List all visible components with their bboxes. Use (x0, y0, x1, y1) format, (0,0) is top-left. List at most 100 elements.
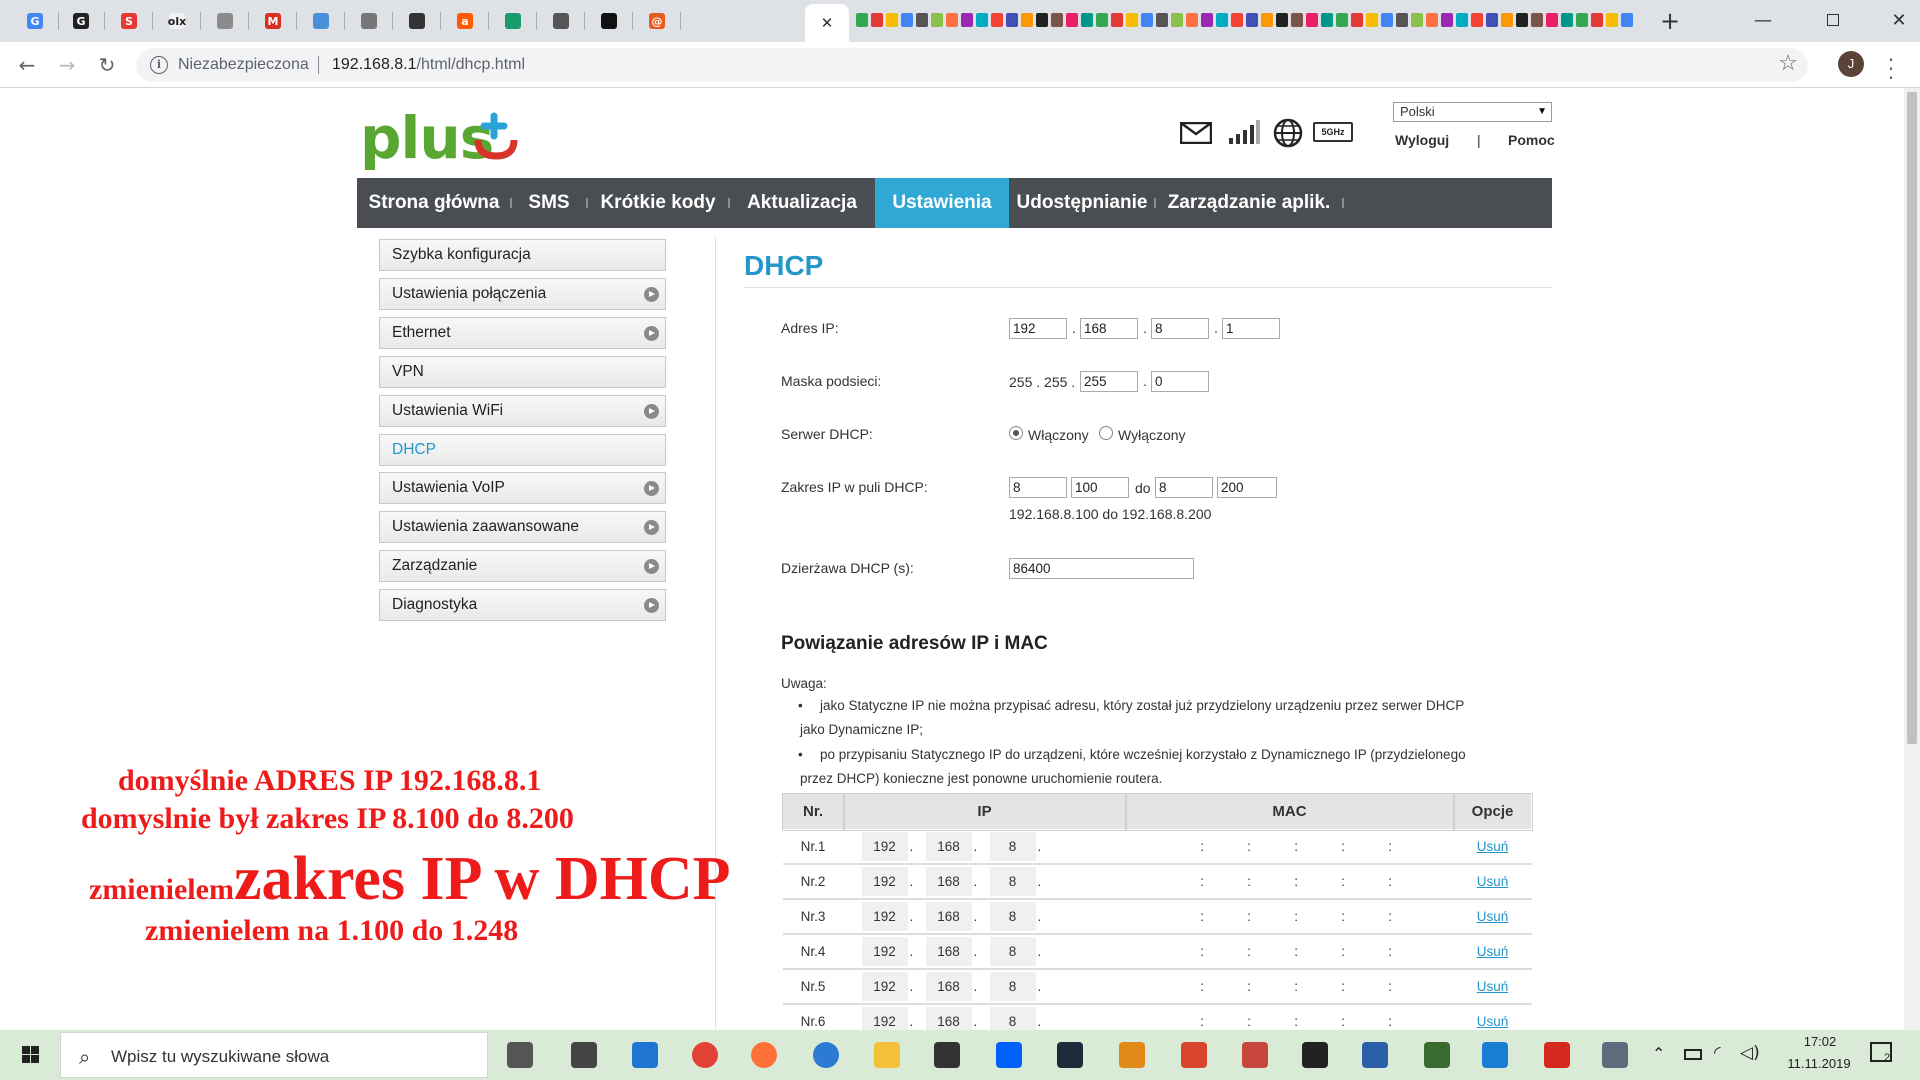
firefox-icon[interactable] (747, 1038, 781, 1072)
windows-start-icon[interactable] (0, 1030, 60, 1080)
tab-favicon-icon[interactable] (1201, 13, 1213, 27)
tab[interactable] (212, 6, 238, 36)
tab-favicon-icon[interactable] (1516, 13, 1528, 27)
row-mac[interactable]: ::::: (1125, 864, 1454, 900)
tab-favicon-icon[interactable] (976, 13, 988, 27)
logout-link[interactable]: Wyloguj (1395, 132, 1449, 148)
nav-item[interactable]: Aktualizacja (729, 178, 875, 228)
row-mac[interactable]: ::::: (1125, 829, 1454, 865)
range-end-octet-3-input[interactable]: 8 (1155, 477, 1213, 498)
nav-item[interactable]: Strona główna (357, 178, 511, 228)
tab-favicon-icon[interactable] (1246, 13, 1258, 27)
dhcp-disabled-radio[interactable] (1099, 426, 1113, 440)
tray-chevron-icon[interactable]: ⌃ (1652, 1044, 1665, 1063)
ip-octet-input[interactable]: 168 (925, 832, 972, 861)
volume-icon[interactable]: ◁) (1740, 1043, 1760, 1063)
app-sync-icon[interactable] (1478, 1038, 1512, 1072)
delete-link[interactable]: Usuń (1477, 874, 1509, 889)
scrollbar-thumb[interactable] (1907, 92, 1917, 744)
tab-favicon-icon[interactable] (1426, 13, 1438, 27)
visual-studio-icon[interactable] (1053, 1038, 1087, 1072)
app-window-icon[interactable] (1358, 1038, 1392, 1072)
ip-octet-input[interactable]: 8 (989, 832, 1036, 861)
nav-item[interactable]: Zarządzanie aplik. (1155, 178, 1343, 228)
tab-favicon-icon[interactable] (1021, 13, 1033, 27)
tab-favicon-icon[interactable] (961, 13, 973, 27)
delete-link[interactable]: Usuń (1477, 909, 1509, 924)
dhcp-enabled-radio[interactable] (1009, 426, 1023, 440)
sidebar-item[interactable]: Ustawienia połączenia (379, 277, 666, 310)
tab-favicon-icon[interactable] (1006, 13, 1018, 27)
ip-octet-1-input[interactable]: 192 (1009, 318, 1067, 339)
tab-favicon-icon[interactable] (1456, 13, 1468, 27)
range-end-octet-4-input[interactable]: 200 (1217, 477, 1277, 498)
tab-favicon-icon[interactable] (1141, 13, 1153, 27)
app-swirl-icon[interactable] (1238, 1038, 1272, 1072)
sidebar-item[interactable]: Zarządzanie (379, 550, 666, 583)
sidebar-item[interactable]: Ustawienia WiFi (379, 394, 666, 427)
nav-item[interactable]: Ustawienia (875, 178, 1009, 228)
tab-favicon-icon[interactable] (1291, 13, 1303, 27)
ip-octet-3-input[interactable]: 8 (1151, 318, 1209, 339)
nav-item[interactable]: Udostępnianie (1009, 178, 1155, 228)
tab[interactable]: a (452, 6, 478, 36)
tab-favicon-icon[interactable] (1051, 13, 1063, 27)
tab-favicon-icon[interactable] (946, 13, 958, 27)
tab[interactable] (308, 6, 334, 36)
address-bar[interactable]: i Niezabezpieczona 192.168.8.1/html/dhcp… (136, 48, 1808, 82)
ip-octet-input[interactable]: 192 (861, 832, 908, 861)
tab-favicon-icon[interactable] (1081, 13, 1093, 27)
app-panda-icon[interactable] (1298, 1038, 1332, 1072)
page-scrollbar[interactable] (1904, 88, 1920, 1030)
store-icon[interactable] (930, 1038, 964, 1072)
mail-icon[interactable] (1180, 122, 1212, 144)
tab-favicon-icon[interactable] (856, 13, 868, 27)
sidebar-item[interactable]: VPN (379, 355, 666, 388)
ip-octet-4-input[interactable]: 1 (1222, 318, 1280, 339)
app-eye-icon[interactable] (1177, 1038, 1211, 1072)
tab-favicon-icon[interactable] (1591, 13, 1603, 27)
bookmark-star-icon[interactable]: ☆ (1778, 51, 1798, 76)
info-icon[interactable]: i (150, 56, 168, 74)
sidebar-item[interactable]: Diagnostyka (379, 589, 666, 622)
ip-octet-input[interactable]: 168 (925, 902, 972, 931)
tab[interactable]: M (260, 6, 286, 36)
tab[interactable]: G (68, 6, 94, 36)
clock-time[interactable]: 17:02 (1791, 1034, 1849, 1049)
dropbox-icon[interactable] (992, 1038, 1026, 1072)
tab-favicon-icon[interactable] (1321, 13, 1333, 27)
ip-octet-input[interactable]: 168 (925, 972, 972, 1001)
app-network-icon[interactable] (1598, 1038, 1632, 1072)
tab[interactable] (404, 6, 430, 36)
tab-favicon-icon[interactable] (901, 13, 913, 27)
sidebar-item[interactable]: Ustawienia zaawansowane (379, 511, 666, 544)
tab-favicon-icon[interactable] (1621, 13, 1633, 27)
app-orange-icon[interactable] (1115, 1038, 1149, 1072)
mask-octet-4-input[interactable]: 0 (1151, 371, 1209, 392)
nav-item[interactable]: SMS (511, 178, 587, 228)
edge-icon[interactable] (628, 1038, 662, 1072)
tab-favicon-icon[interactable] (1501, 13, 1513, 27)
ip-octet-input[interactable]: 168 (925, 867, 972, 896)
ip-octet-2-input[interactable]: 168 (1080, 318, 1138, 339)
delete-link[interactable]: Usuń (1477, 944, 1509, 959)
tab-favicon-icon[interactable] (1576, 13, 1588, 27)
language-select[interactable]: Polski ▼ (1393, 102, 1552, 122)
taskbar-search[interactable]: ⌕ Wpisz tu wyszukiwane słowa (60, 1032, 488, 1078)
tab-favicon-icon[interactable] (1441, 13, 1453, 27)
row-mac[interactable]: ::::: (1125, 1004, 1454, 1030)
nav-item[interactable]: Krótkie kody (587, 178, 729, 228)
reload-icon[interactable]: ↻ (92, 50, 122, 80)
ip-octet-input[interactable]: 8 (989, 972, 1036, 1001)
wifi-tray-icon[interactable]: ◜ (1714, 1043, 1721, 1063)
tab[interactable]: S (116, 6, 142, 36)
tab[interactable] (500, 6, 526, 36)
ip-octet-input[interactable]: 8 (989, 902, 1036, 931)
maximize-button[interactable] (1810, 0, 1856, 40)
ip-octet-input[interactable]: 192 (861, 937, 908, 966)
tab-favicon-icon[interactable] (1216, 13, 1228, 27)
tab-favicon-icon[interactable] (1531, 13, 1543, 27)
tab-favicon-icon[interactable] (1036, 13, 1048, 27)
tab-favicon-icon[interactable] (886, 13, 898, 27)
acrobat-icon[interactable] (1540, 1038, 1574, 1072)
